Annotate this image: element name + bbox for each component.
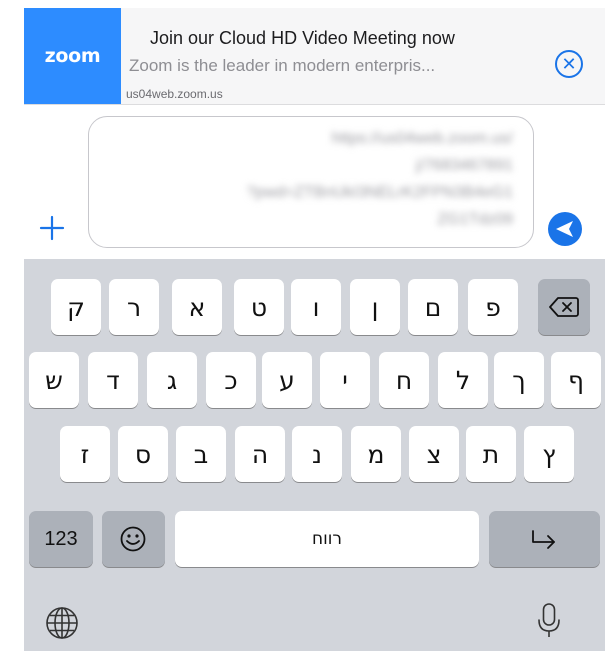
key-dalet[interactable]: ד [88,352,138,408]
key-final-pe[interactable]: ף [551,352,601,408]
send-arrow-icon [556,221,573,237]
key-kaf[interactable]: כ [206,352,256,408]
add-attachment-button[interactable] [38,214,66,242]
key-yod[interactable]: י [320,352,370,408]
emoji-icon [120,526,146,552]
key-nun[interactable]: נ [292,426,342,482]
close-icon: ✕ [561,54,577,74]
message-line: https://us04web.zoom.us/ [331,130,513,147]
key-final-kaf[interactable]: ך [494,352,544,408]
key-pe[interactable]: פ [468,279,518,335]
key-het[interactable]: ח [379,352,429,408]
key-lamed[interactable]: ל [438,352,488,408]
globe-icon[interactable] [45,606,79,640]
key-resh[interactable]: ר [109,279,159,335]
return-icon [532,530,555,549]
key-final-nun[interactable]: ן [350,279,400,335]
key-qof[interactable]: ק [51,279,101,335]
preview-description: Zoom is the leader in modern enterpris..… [129,56,436,75]
send-button[interactable] [548,212,582,246]
key-tet[interactable]: ט [234,279,284,335]
return-key[interactable] [489,511,600,567]
backspace-key[interactable] [538,279,590,335]
hebrew-keyboard: ק ר א ט ו ן ם פ ש ד ג כ ע י ח ל ך ף ז ס … [24,259,605,651]
key-alef[interactable]: א [172,279,222,335]
link-preview[interactable]: zoom Join our Cloud HD Video Meeting now… [24,8,605,105]
message-line: ZG1Tdz09 [437,211,513,228]
emoji-key[interactable] [102,511,165,567]
key-he[interactable]: ה [235,426,285,482]
plus-icon [39,215,65,241]
preview-domain: us04web.zoom.us [126,87,223,101]
message-input[interactable]: https://us04web.zoom.us/ j/7683467891 ?p… [88,116,534,248]
close-preview-button[interactable]: ✕ [555,50,583,78]
space-key[interactable]: רווח [175,511,479,567]
key-mem[interactable]: מ [351,426,401,482]
microphone-icon[interactable] [536,602,562,640]
backspace-icon [549,297,579,317]
key-tsadi[interactable]: צ [409,426,459,482]
key-final-tsadi[interactable]: ץ [524,426,574,482]
zoom-logo: zoom [24,8,121,104]
numbers-key[interactable]: 123 [29,511,93,567]
blurred-message-text: https://us04web.zoom.us/ j/7683467891 ?p… [103,125,513,233]
key-final-mem[interactable]: ם [408,279,458,335]
message-line: j/7683467891 [416,157,513,174]
key-bet[interactable]: ב [176,426,226,482]
key-vav[interactable]: ו [291,279,341,335]
key-samekh[interactable]: ס [118,426,168,482]
preview-title: Join our Cloud HD Video Meeting now [150,28,455,48]
key-tav[interactable]: ת [466,426,516,482]
message-line: ?pwd=ZTBnUkI3NELrK2FPN3B4eG1 [246,184,513,201]
key-shin[interactable]: ש [29,352,79,408]
key-zayin[interactable]: ז [60,426,110,482]
key-ayin[interactable]: ע [262,352,312,408]
key-gimel[interactable]: ג [147,352,197,408]
